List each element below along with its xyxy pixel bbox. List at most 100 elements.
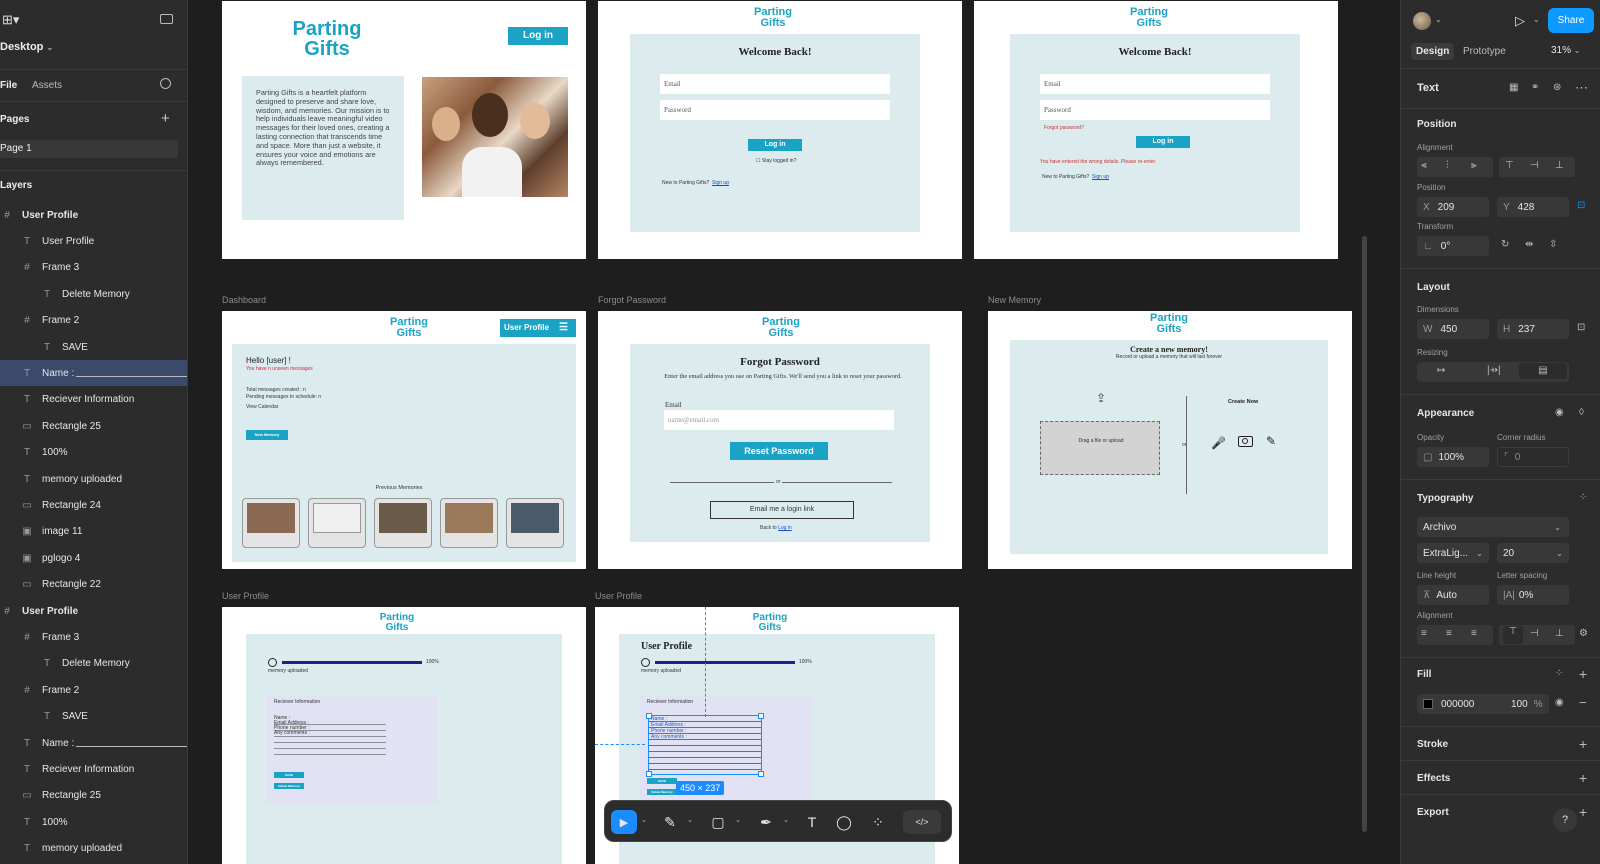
type-settings-icon[interactable]: ⚙ bbox=[1579, 628, 1588, 639]
user-profile-frame-1[interactable]: Parting Gifts 100% memory uploaded Reciev… bbox=[222, 607, 586, 864]
rotation-field[interactable]: ∟ 0° bbox=[1417, 236, 1489, 256]
email-field[interactable]: Email bbox=[1040, 74, 1270, 94]
link-icon[interactable]: ⚭ bbox=[1531, 82, 1539, 93]
help-button[interactable]: ? bbox=[1553, 808, 1577, 832]
avatar-dropdown-icon[interactable]: ⌄ bbox=[1435, 15, 1442, 24]
layer-item[interactable]: Tmemory uploaded bbox=[0, 836, 187, 862]
write-icon[interactable]: ✎ bbox=[1266, 434, 1276, 448]
add-effect-icon[interactable]: + bbox=[1579, 770, 1587, 786]
layer-item[interactable]: # User Profile bbox=[0, 598, 187, 624]
page-item[interactable]: Page 1 bbox=[0, 140, 178, 158]
rectangle-tool-icon[interactable]: ▢ bbox=[705, 810, 731, 834]
visibility-icon[interactable]: ◉ bbox=[1555, 407, 1564, 418]
layer-item[interactable]: T 100% bbox=[0, 440, 187, 466]
layer-item[interactable]: ▭ Rectangle 22 bbox=[0, 572, 187, 598]
width-field[interactable]: W 450 bbox=[1417, 319, 1489, 339]
present-dropdown-icon[interactable]: ⌄ bbox=[1533, 15, 1540, 24]
flip-horizontal-icon[interactable]: ⇹ bbox=[1525, 239, 1533, 250]
signup-link[interactable]: Sign up bbox=[1092, 174, 1109, 180]
memory-card[interactable] bbox=[440, 498, 498, 548]
pen-tool-icon[interactable]: ✒ bbox=[753, 810, 779, 834]
auto-width-icon[interactable]: ↦ bbox=[1437, 365, 1445, 376]
password-field[interactable]: Password bbox=[660, 100, 890, 120]
y-position-field[interactable]: Y 428 bbox=[1497, 197, 1569, 217]
new-memory-button[interactable]: New Memory bbox=[246, 430, 288, 440]
layer-item[interactable]: T SAVE bbox=[0, 334, 187, 360]
tab-file[interactable]: File bbox=[0, 80, 17, 91]
text-align-center-icon[interactable]: ≡ bbox=[1446, 628, 1452, 639]
pen-tool-dropdown[interactable]: ⌄ bbox=[783, 816, 789, 824]
layer-item[interactable]: ▭ Rectangle 25 bbox=[0, 783, 187, 809]
fill-styles-icon[interactable]: ⁘ bbox=[1555, 668, 1563, 679]
home-login-button[interactable]: Log in bbox=[508, 27, 568, 45]
memory-card[interactable] bbox=[506, 498, 564, 548]
login-frame[interactable]: Parting Gifts Welcome Back! Email Passwor… bbox=[598, 1, 962, 259]
grid-icon[interactable]: ▦ bbox=[1509, 82, 1518, 93]
forgot-email-field[interactable]: name@email.com bbox=[664, 410, 894, 430]
layer-item[interactable]: T Name : bbox=[0, 360, 187, 387]
selected-text-box[interactable]: Name : Email Address : Phone number : An… bbox=[646, 713, 764, 777]
add-fill-icon[interactable]: + bbox=[1579, 666, 1587, 682]
layer-item[interactable]: T SAVE bbox=[0, 704, 187, 730]
add-stroke-icon[interactable]: + bbox=[1579, 736, 1587, 752]
sidebar-toggle-icon[interactable] bbox=[160, 14, 173, 24]
rotate-icon[interactable]: ↻ bbox=[1501, 239, 1509, 250]
flip-vertical-icon[interactable]: ⇳ bbox=[1549, 239, 1557, 250]
stay-logged-in[interactable]: ☐ Stay logged in? bbox=[756, 158, 796, 164]
delete-memory-button[interactable]: Delete Memory bbox=[274, 783, 304, 789]
move-tool-icon[interactable]: ▶ bbox=[611, 810, 637, 834]
layer-item[interactable]: # Frame 2 bbox=[0, 308, 187, 334]
layer-item[interactable]: T Reciever Information bbox=[0, 387, 187, 413]
delete-memory-button[interactable]: Delete Memory bbox=[647, 789, 677, 795]
text-align-middle-icon[interactable]: ⊣ bbox=[1530, 628, 1539, 639]
text-align-bottom-icon[interactable]: ⊥ bbox=[1555, 628, 1564, 639]
add-page-icon[interactable]: + bbox=[161, 110, 170, 127]
play-icon[interactable] bbox=[641, 658, 650, 667]
actions-tool-icon[interactable]: ⁘ bbox=[865, 810, 891, 834]
fill-color-field[interactable]: 000000 100% bbox=[1417, 694, 1549, 714]
email-field[interactable]: Email bbox=[660, 74, 890, 94]
pencil-tool-icon[interactable]: ✎ bbox=[657, 810, 683, 834]
font-family-select[interactable]: Archivo ⌄ bbox=[1417, 517, 1569, 537]
search-icon[interactable] bbox=[160, 78, 171, 89]
frame-label-profile-2[interactable]: User Profile bbox=[595, 591, 642, 601]
file-name[interactable]: Desktop ⌄ bbox=[0, 41, 53, 53]
layer-item[interactable]: T User Profile bbox=[0, 228, 187, 254]
tab-design[interactable]: Design bbox=[1411, 43, 1455, 60]
signup-link[interactable]: Sign up bbox=[712, 180, 729, 186]
text-align-left-icon[interactable]: ≡ bbox=[1421, 628, 1427, 639]
play-icon[interactable] bbox=[268, 658, 277, 667]
dev-mode-icon[interactable]: </> bbox=[903, 810, 941, 834]
layer-item[interactable]: # Frame 3 bbox=[0, 255, 187, 281]
login-button[interactable]: Log in bbox=[748, 139, 802, 151]
fill-swatch[interactable] bbox=[1423, 699, 1433, 709]
auto-height-icon[interactable]: |⇸| bbox=[1487, 365, 1501, 376]
user-profile-button[interactable]: User Profile ☰ bbox=[500, 319, 576, 337]
height-field[interactable]: H 237 bbox=[1497, 319, 1569, 339]
layer-item[interactable]: T Delete Memory bbox=[0, 651, 187, 677]
forgot-password-link[interactable]: Forgot password? bbox=[1044, 125, 1084, 131]
tab-assets[interactable]: Assets bbox=[32, 80, 62, 91]
forgot-password-frame[interactable]: Parting Gifts Forgot Password Enter the e… bbox=[598, 311, 962, 569]
align-bottom-icon[interactable]: ⊥ bbox=[1555, 160, 1564, 171]
align-right-icon[interactable]: ⫸ bbox=[1471, 160, 1477, 171]
align-left-icon[interactable]: ⫷ bbox=[1421, 160, 1427, 171]
camera-icon[interactable] bbox=[1238, 436, 1253, 447]
remove-fill-icon[interactable]: − bbox=[1579, 695, 1587, 710]
layer-item[interactable]: ▣ image 11 bbox=[0, 519, 187, 545]
line-height-field[interactable]: ⊼ Auto bbox=[1417, 585, 1489, 605]
rectangle-tool-dropdown[interactable]: ⌄ bbox=[735, 816, 741, 824]
present-icon[interactable]: ▷ bbox=[1515, 13, 1525, 29]
figma-menu-icon[interactable]: ⊞▾ bbox=[2, 12, 19, 28]
corner-radius-field[interactable]: ⌜ 0 bbox=[1497, 447, 1569, 467]
memory-card[interactable] bbox=[374, 498, 432, 548]
password-field[interactable]: Password bbox=[1040, 100, 1270, 120]
frame-label-new-memory[interactable]: New Memory bbox=[988, 295, 1041, 305]
font-size-select[interactable]: 20 ⌄ bbox=[1497, 543, 1569, 563]
layer-item[interactable]: # User Profile bbox=[0, 202, 187, 228]
memory-card[interactable] bbox=[242, 498, 300, 548]
component-icon[interactable]: ⊛ bbox=[1553, 82, 1561, 93]
constraints-icon[interactable]: ⊡ bbox=[1577, 200, 1585, 211]
frame-label-forgot[interactable]: Forgot Password bbox=[598, 295, 666, 305]
save-button[interactable]: SAVE bbox=[647, 778, 677, 784]
